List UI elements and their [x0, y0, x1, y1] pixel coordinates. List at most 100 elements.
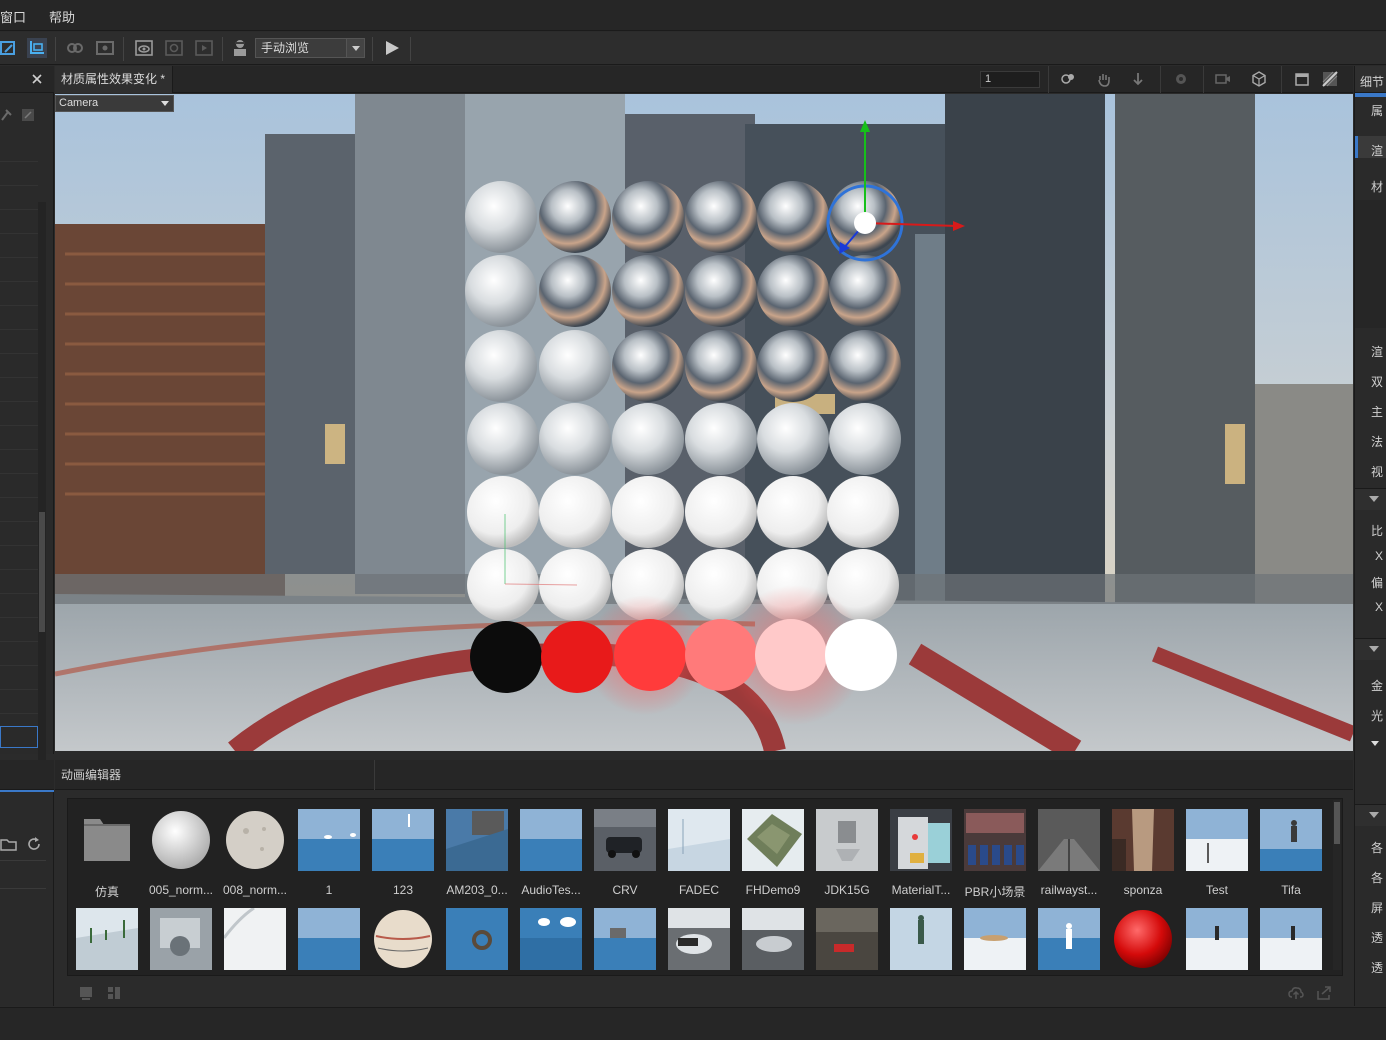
- scene-thumbnail: [446, 908, 508, 970]
- tab-scene[interactable]: 材质属性效果变化 *: [55, 66, 173, 93]
- link-icon[interactable]: [65, 38, 85, 58]
- scene-thumbnail: [1186, 809, 1248, 871]
- filter-icon[interactable]: [21, 108, 35, 122]
- scene-thumbnail: [1260, 809, 1322, 871]
- layout-icon[interactable]: [106, 985, 122, 1001]
- prop-label-18: 透: [1371, 961, 1384, 975]
- asset-label: railwayst...: [1040, 883, 1098, 897]
- scene-thumbnail: [668, 809, 730, 871]
- settings-icon[interactable]: [1173, 71, 1189, 87]
- collapse-icon[interactable]: [1369, 811, 1379, 819]
- scene-thumbnail: [964, 908, 1026, 970]
- main-toolbar: 手动浏览: [0, 32, 1386, 65]
- asset-label: AudioTes...: [521, 883, 581, 897]
- prop-label-16: 屏: [1371, 901, 1384, 915]
- record-icon[interactable]: [194, 38, 214, 58]
- sphere-thumbnail: [226, 811, 284, 869]
- status-bar: [0, 1007, 1386, 1040]
- close-icon[interactable]: [31, 73, 43, 85]
- import-icon[interactable]: [78, 985, 94, 1001]
- window-icon[interactable]: [1294, 71, 1310, 87]
- transform-tool-icon[interactable]: [27, 38, 47, 58]
- bottom-left-panel: [0, 760, 54, 1006]
- sphere-thumbnail: [372, 908, 434, 970]
- scene-thumbnail: [520, 809, 582, 871]
- prop-label-5: 主: [1371, 405, 1384, 419]
- pin-icon[interactable]: [0, 108, 12, 122]
- view-icon[interactable]: [134, 38, 154, 58]
- hand-icon[interactable]: [1096, 71, 1112, 87]
- arrow-down-icon[interactable]: [1130, 71, 1146, 87]
- prop-label-11: X: [1375, 600, 1384, 614]
- orbit-icon[interactable]: [1060, 71, 1076, 87]
- asset-label: 123: [392, 883, 414, 897]
- prop-label-9: X: [1375, 549, 1384, 563]
- menu-bar: 窗口 帮助: [0, 0, 1386, 31]
- screen-icon[interactable]: [95, 38, 115, 58]
- folder-open-icon[interactable]: [0, 837, 18, 851]
- prop-label-14: 各: [1371, 841, 1384, 855]
- prop-label-4: 双: [1371, 375, 1384, 389]
- asset-label: sponza: [1123, 883, 1163, 897]
- scene-thumbnail: [816, 809, 878, 871]
- tab-details[interactable]: 细节: [1360, 73, 1384, 90]
- scene-thumbnail: [890, 908, 952, 970]
- navigation-mode-value: 手动浏览: [261, 41, 310, 55]
- chevron-down-icon: [346, 39, 364, 57]
- 3d-viewport[interactable]: [55, 94, 1353, 751]
- anim-editor-bar: 动画编辑器: [55, 760, 1353, 790]
- viewport-tab-bar: 材质属性效果变化 * 1: [55, 66, 1353, 93]
- collapse-icon[interactable]: [1369, 645, 1379, 653]
- refresh-icon[interactable]: [27, 837, 41, 851]
- camera-select[interactable]: Camera: [55, 95, 174, 112]
- scene-thumbnail: [668, 908, 730, 970]
- asset-label: Test: [1205, 883, 1228, 897]
- asset-scrollbar[interactable]: [1333, 800, 1341, 970]
- frame-input[interactable]: 1: [980, 71, 1040, 88]
- selected-row[interactable]: [0, 726, 38, 748]
- asset-label: MaterialT...: [891, 883, 951, 897]
- prop-label-15: 各: [1371, 871, 1384, 885]
- prop-label-2[interactable]: 材: [1371, 178, 1383, 195]
- scene-thumbnail: [594, 908, 656, 970]
- scene-thumbnail: [150, 908, 212, 970]
- scene-thumbnail: [594, 809, 656, 871]
- play-icon[interactable]: [382, 38, 402, 58]
- scene-thumbnail: [224, 908, 286, 970]
- left-scrollbar[interactable]: [38, 202, 46, 792]
- scene-thumbnail: [1038, 809, 1100, 871]
- scene-render: [55, 94, 1353, 751]
- details-panel: 细节 属 渲 材 渲 双 主 法 视 比 X 偏 X 金 光 各 各 屏 透 透: [1354, 66, 1386, 1006]
- scene-thumbnail: [816, 908, 878, 970]
- select-tool-icon[interactable]: [0, 38, 20, 58]
- asset-label: FHDemo9: [745, 883, 801, 897]
- scene-thumbnail: [742, 809, 804, 871]
- prop-label-8: 比: [1371, 524, 1384, 538]
- scene-thumbnail: [520, 908, 582, 970]
- chevron-down-icon[interactable]: [1371, 740, 1379, 747]
- asset-label: 1: [325, 883, 333, 897]
- grid-toggle-icon[interactable]: [1322, 71, 1338, 87]
- scene-thumbnail: [298, 908, 360, 970]
- menu-help[interactable]: 帮助: [49, 7, 75, 26]
- scene-thumbnail: [76, 908, 138, 970]
- prop-label-12: 金: [1371, 679, 1384, 693]
- navigation-mode-select[interactable]: 手动浏览: [255, 38, 365, 58]
- asset-label: 005_norm...: [148, 883, 214, 897]
- collapse-icon[interactable]: [1369, 495, 1379, 503]
- camera-icon[interactable]: [1215, 71, 1231, 87]
- asset-label: AM203_0...: [446, 883, 508, 897]
- share-icon[interactable]: [1316, 985, 1332, 1001]
- cloud-upload-icon[interactable]: [1288, 985, 1304, 1001]
- folder-icon: [84, 819, 130, 861]
- prop-label-1[interactable]: 渲: [1371, 142, 1383, 159]
- scene-thumbnail: [890, 809, 952, 871]
- capture-icon[interactable]: [164, 38, 184, 58]
- menu-window[interactable]: 窗口: [0, 7, 26, 26]
- person-icon[interactable]: [230, 38, 250, 58]
- asset-label: 008_norm...: [222, 883, 288, 897]
- tab-anim-editor[interactable]: 动画编辑器: [55, 760, 375, 790]
- prop-label-6: 法: [1371, 435, 1384, 449]
- asset-label: Tifa: [1281, 883, 1301, 897]
- cube-icon[interactable]: [1251, 71, 1267, 87]
